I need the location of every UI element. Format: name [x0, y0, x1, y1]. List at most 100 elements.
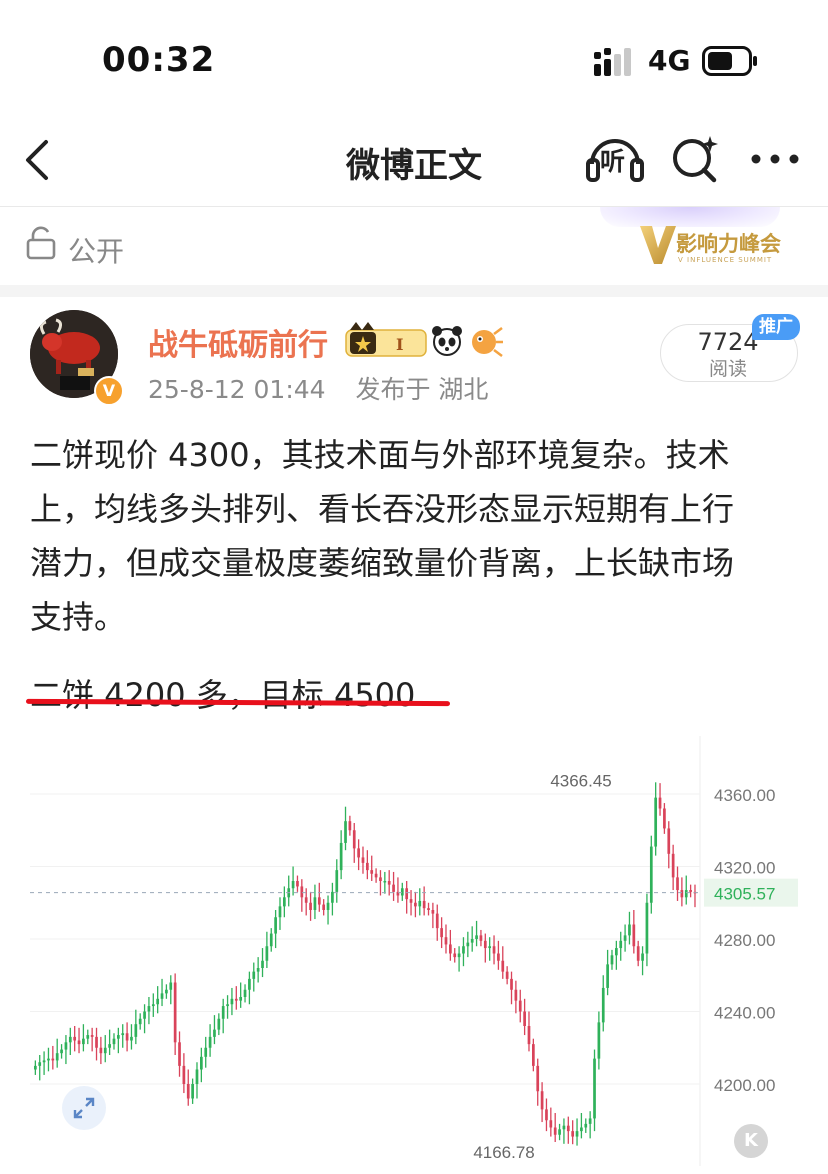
- more-options-icon[interactable]: [748, 150, 802, 168]
- event-badge-subtext: V INFLUENCE SUMMIT: [678, 256, 773, 264]
- candle-body: [348, 821, 352, 831]
- candle-body: [217, 1018, 221, 1030]
- candle-body: [121, 1033, 125, 1036]
- candle-body: [488, 946, 492, 949]
- post-body-line: 潜力，但成交量极度萎缩致量价背离，上长缺市场: [30, 544, 735, 582]
- candle-body: [392, 884, 395, 892]
- candle-body: [296, 881, 299, 887]
- candle-body: [475, 935, 478, 939]
- candle-body: [261, 960, 264, 968]
- candle-body: [352, 830, 356, 849]
- y-tick-label: 4360.00: [714, 786, 775, 805]
- candle-body: [566, 1125, 570, 1132]
- candle-body: [90, 1035, 94, 1037]
- candle-body: [143, 1011, 146, 1019]
- candle-body: [200, 1056, 203, 1070]
- candle-body: [134, 1024, 138, 1037]
- y-tick-label: 4320.00: [714, 859, 775, 878]
- candle-body: [274, 917, 277, 934]
- candle-body: [379, 877, 382, 881]
- candle-body: [243, 989, 247, 997]
- candle-body: [601, 987, 605, 1023]
- candle-body: [383, 881, 387, 883]
- candle-body: [588, 1118, 592, 1124]
- candle-body: [86, 1035, 90, 1039]
- visibility-label: 公开: [68, 235, 125, 268]
- candle-body: [108, 1044, 111, 1048]
- candle-body: [374, 873, 378, 878]
- candle-body: [435, 913, 439, 929]
- candle-body: [147, 1006, 151, 1012]
- battery-icon: [702, 46, 757, 76]
- candle-body: [518, 1000, 522, 1012]
- candle-body: [191, 1084, 194, 1099]
- candle-body: [562, 1125, 566, 1130]
- candle-body: [169, 982, 173, 990]
- candle-body: [619, 940, 623, 949]
- candle-body: [68, 1036, 72, 1043]
- candle-body: [103, 1047, 107, 1054]
- candle-body: [689, 890, 692, 892]
- listen-button[interactable]: 听: [584, 130, 646, 186]
- promo-tag[interactable]: 推广: [752, 314, 800, 340]
- candle-body: [130, 1036, 133, 1041]
- post-timestamp: 25-8-12 01:44: [148, 375, 326, 404]
- candle-body: [313, 897, 317, 910]
- expand-image-button[interactable]: [62, 1086, 106, 1130]
- candle-body: [654, 797, 658, 847]
- candle-body: [501, 960, 505, 972]
- candle-body: [195, 1069, 199, 1084]
- candle-body: [117, 1035, 120, 1039]
- candle-body: [658, 797, 662, 809]
- candle-body: [300, 886, 304, 898]
- post-highlight-line: 二饼 4200 多，目标 4500: [30, 676, 416, 714]
- section-divider: [0, 285, 828, 297]
- listen-label: 听: [600, 147, 626, 176]
- candle-body: [361, 857, 365, 863]
- post-body-line: 支持。: [30, 598, 127, 636]
- candle-body: [571, 1131, 575, 1137]
- post-location: 发布于 湖北: [355, 375, 489, 404]
- search-icon[interactable]: [668, 132, 722, 186]
- candle-body: [479, 935, 483, 941]
- candle-body: [462, 946, 465, 954]
- candle-body: [409, 899, 413, 903]
- candle-body: [632, 924, 636, 947]
- influence-summit-badge[interactable]: 影响力峰会 V INFLUENCE SUMMIT: [638, 222, 788, 270]
- candle-body: [649, 846, 653, 903]
- pufferfish-badge-icon: [472, 327, 503, 357]
- candle-body: [418, 900, 422, 907]
- candlestick-chart[interactable]: 4360.00 4320.00 4280.00 4240.00 4200.00 4305.…: [0, 736, 828, 1174]
- candle-body: [492, 946, 496, 954]
- candle-body: [497, 953, 500, 961]
- candle-body: [414, 902, 417, 907]
- candle-body: [95, 1036, 98, 1048]
- candle-body: [38, 1062, 42, 1066]
- candle-body: [628, 924, 631, 936]
- candle-body: [208, 1036, 212, 1048]
- candle-body: [366, 862, 369, 871]
- candle-body: [226, 1004, 229, 1007]
- candle-body: [387, 881, 391, 885]
- kline-toggle-icon[interactable]: K: [734, 1124, 768, 1158]
- author-name[interactable]: 战牛砥砺前行: [148, 320, 328, 364]
- candle-body: [265, 946, 269, 961]
- panda-badge-icon: [432, 326, 462, 356]
- y-tick-label: 4280.00: [714, 931, 775, 950]
- status-time: 00:32: [102, 40, 216, 80]
- candle-body: [60, 1049, 63, 1054]
- candle-body: [663, 808, 666, 829]
- candle-body: [317, 897, 321, 905]
- candle-body: [335, 870, 339, 892]
- candle-body: [248, 978, 251, 990]
- user-badges: I: [345, 322, 503, 357]
- candle-body: [536, 1065, 540, 1092]
- candle-body: [269, 933, 273, 947]
- candle-body: [676, 877, 679, 891]
- candle-body: [156, 998, 160, 1005]
- candle-body: [112, 1038, 116, 1045]
- candle-body: [304, 897, 308, 903]
- unlock-icon: [26, 226, 56, 260]
- candle-body: [457, 953, 461, 958]
- candle-body: [431, 910, 435, 914]
